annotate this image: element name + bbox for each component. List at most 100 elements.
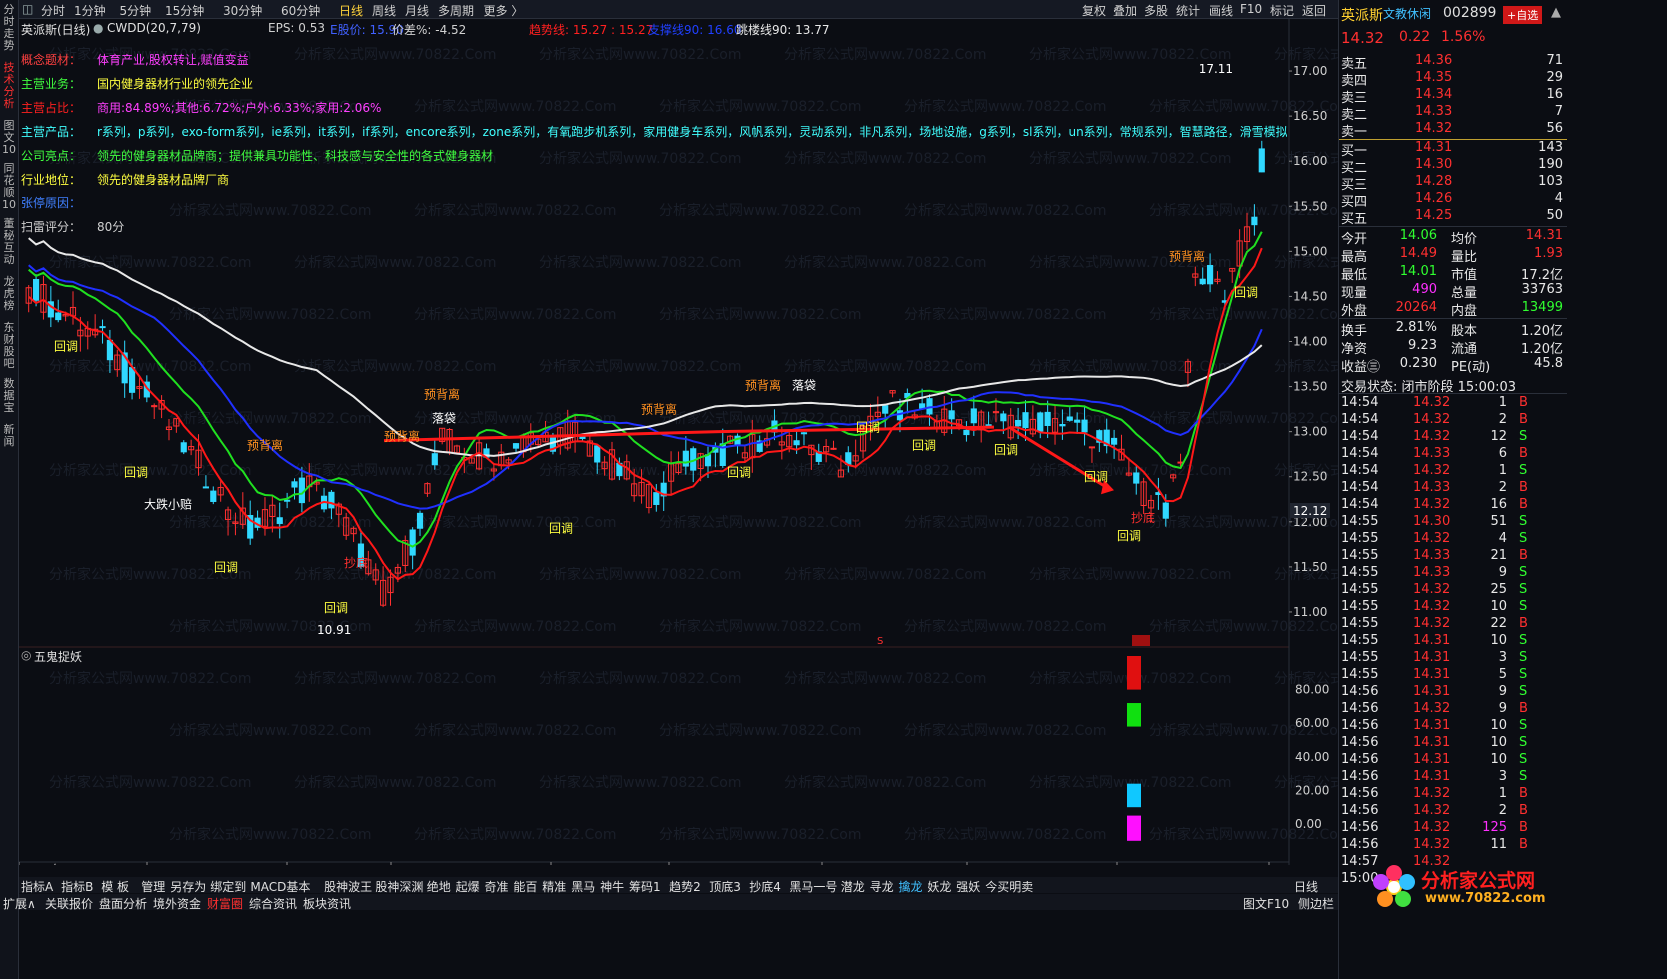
indicator-collapse-icon[interactable]: ◎ [21, 648, 31, 662]
stats-row: 换手 2.81% 股本 1.20亿 [1339, 320, 1567, 339]
period-tab-6[interactable]: 日线 [339, 2, 363, 19]
indicator-dot-icon[interactable]: ● [93, 21, 103, 35]
indicator-tab-13[interactable]: 精准 [542, 878, 566, 895]
indicator-tab-6[interactable]: MACD基本 [250, 878, 310, 895]
left-tab-1[interactable]: 技术分析 [2, 62, 16, 110]
indicator-tab-0[interactable]: 指标A [21, 878, 53, 895]
indicator-tab-20[interactable]: 黑马一号 [789, 878, 837, 895]
candle-body [1081, 419, 1088, 433]
indicator-tab-17[interactable]: 趋势2 [669, 878, 701, 895]
indicator-tab-25[interactable]: 强妖 [956, 878, 980, 895]
tick-price: 14.31 [1413, 752, 1451, 767]
period-tab-8[interactable]: 月线 [405, 2, 429, 19]
extension-tab-2[interactable]: 盘面分析 [99, 895, 147, 912]
period-tab-5[interactable]: 60分钟 [281, 2, 320, 19]
indicator-tab-2[interactable]: 模 板 [101, 878, 129, 895]
extension-tab-5[interactable]: 综合资讯 [249, 895, 297, 912]
toolbar-item-6[interactable]: 标记 [1270, 2, 1294, 19]
indicator-tab-12[interactable]: 能百 [513, 878, 537, 895]
left-tab-4[interactable]: 董秘互动 [2, 218, 16, 266]
indicator-tab-11[interactable]: 奇准 [485, 878, 509, 895]
indicator-tab-5[interactable]: 绑定到 [210, 878, 246, 895]
tick-time: 14:56 [1341, 735, 1379, 750]
extension-tab-4[interactable]: 财富圈 [207, 895, 243, 912]
low-price-label: 10.91 [317, 623, 351, 637]
y-tick-label: 12.50 [1293, 470, 1327, 484]
company-info-value-5: 领先的健身器材品牌厂商 [97, 172, 230, 187]
toolbar-item-1[interactable]: 叠加 [1113, 2, 1137, 19]
period-tab-4[interactable]: 30分钟 [223, 2, 262, 19]
orderbook-volume: 4 [1554, 191, 1563, 206]
left-tab-0[interactable]: 分时走势 [2, 4, 16, 52]
signal-annotation: 回调 [856, 421, 880, 435]
period-tab-3[interactable]: 15分钟 [165, 2, 204, 19]
left-tab-3[interactable]: 同花顺10 [2, 163, 16, 211]
toolbar-item-5[interactable]: F10 [1240, 2, 1262, 16]
toolbar-item-2[interactable]: 多股 [1144, 2, 1168, 19]
tick-direction: S [1519, 599, 1528, 614]
left-tab-8[interactable]: 新闻 [2, 424, 16, 448]
extension-tab-6[interactable]: 板块资讯 [303, 895, 351, 912]
left-tab-5[interactable]: 龙虎榜 [2, 276, 16, 312]
indicator-tab-14[interactable]: 黑马 [571, 878, 595, 895]
left-tab-7[interactable]: 数据宝 [2, 378, 16, 414]
quote-panel: 英派斯 文教休闲 002899 +自选 ▲ 14.32 0.22 1.56% 卖… [1338, 0, 1568, 979]
tick-volume: 3 [1498, 769, 1507, 784]
indicator-tab-19[interactable]: 抄底4 [749, 878, 781, 895]
add-watchlist-button[interactable]: +自选 [1503, 6, 1543, 24]
indicator-tab-9[interactable]: 绝地 [427, 878, 451, 895]
period-tab-1[interactable]: 1分钟 [74, 2, 106, 19]
toolbar-item-3[interactable]: 统计 [1176, 2, 1200, 19]
tick-time: 14:56 [1341, 752, 1379, 767]
extension-tab-1[interactable]: 关联报价 [45, 895, 93, 912]
kline-chart-area[interactable]: 分析家公式网www.70822.Com 分析家公式网www.70822.Com 分析… [18, 19, 1596, 877]
toolbar-item-7[interactable]: 返回 [1302, 2, 1326, 19]
indicator-tab-15[interactable]: 神牛 [600, 878, 624, 895]
f10-sidebar-toggle[interactable]: 图文F10 [1243, 895, 1289, 912]
period-tab-7[interactable]: 周线 [372, 2, 396, 19]
industry-tag[interactable]: 文教休闲 [1383, 5, 1431, 22]
watermark-text: 分析家公式网www.70822.Com [294, 358, 496, 375]
indicator-tab-8[interactable]: 股神深渊 [375, 878, 423, 895]
watermark-text: 分析家公式网www.70822.Com [659, 306, 861, 323]
indicator-tab-16[interactable]: 筹码1 [629, 878, 661, 895]
tick-volume: 9 [1498, 701, 1507, 716]
indicator-tab-18[interactable]: 顶底3 [709, 878, 741, 895]
tick-direction: S [1519, 752, 1528, 767]
indicator-tab-23[interactable]: 擒龙 [899, 878, 923, 895]
tick-price: 14.32 [1413, 786, 1451, 801]
indicator-tab-24[interactable]: 妖龙 [927, 878, 951, 895]
indicator-tab-3[interactable]: 管理 [141, 878, 165, 895]
indicator-tab-10[interactable]: 起爆 [456, 878, 480, 895]
tick-price: 14.32 [1413, 616, 1451, 631]
toolbar-item-0[interactable]: 复权 [1082, 2, 1106, 19]
indicator-tab-22[interactable]: 寻龙 [870, 878, 894, 895]
orderbook-label: 买五 [1341, 212, 1368, 227]
period-tab-0[interactable]: 分时 [41, 2, 65, 19]
indicator-tab-1[interactable]: 指标B [61, 878, 93, 895]
toolbar-item-4[interactable]: 画线 [1209, 2, 1233, 19]
watermark-text: 分析家公式网www.70822.Com [294, 670, 496, 687]
left-tab-6[interactable]: 东财股吧 [2, 322, 16, 370]
scroll-up-icon[interactable]: ▲ [1551, 5, 1561, 20]
lower-y-tick: 0.00 [1295, 817, 1322, 831]
indicator-name[interactable]: CWDD(20,7,79) [107, 21, 201, 35]
period-tab-9[interactable]: 多周期 [438, 2, 474, 19]
watermark-text: 分析家公式网www.70822.Com [904, 514, 1106, 531]
tick-time: 14:55 [1341, 531, 1379, 546]
indicator-tab-4[interactable]: 另存为 [170, 878, 206, 895]
orderbook-price: 14.31 [1415, 140, 1453, 155]
period-tab-10[interactable]: 更多 〉 [484, 2, 524, 19]
indicator-tab-21[interactable]: 潜龙 [841, 878, 865, 895]
indicator-tab-26[interactable]: 今买明卖 [985, 878, 1033, 895]
x-axis-label: 6 [824, 863, 832, 865]
orderbook-row: 卖一 14.32 56 [1339, 121, 1567, 140]
panel-toggle-icon[interactable]: ◫ [22, 2, 33, 16]
period-tab-2[interactable]: 5分钟 [120, 2, 152, 19]
extension-tab-3[interactable]: 境外资金 [153, 895, 201, 912]
tick-price: 14.31 [1413, 650, 1451, 665]
tick-direction: B [1519, 395, 1528, 410]
indicator-tab-7[interactable]: 股神波王 [324, 878, 372, 895]
extension-tab-0[interactable]: 扩展∧ [3, 895, 36, 912]
left-tab-2[interactable]: 图文10 [2, 120, 16, 156]
